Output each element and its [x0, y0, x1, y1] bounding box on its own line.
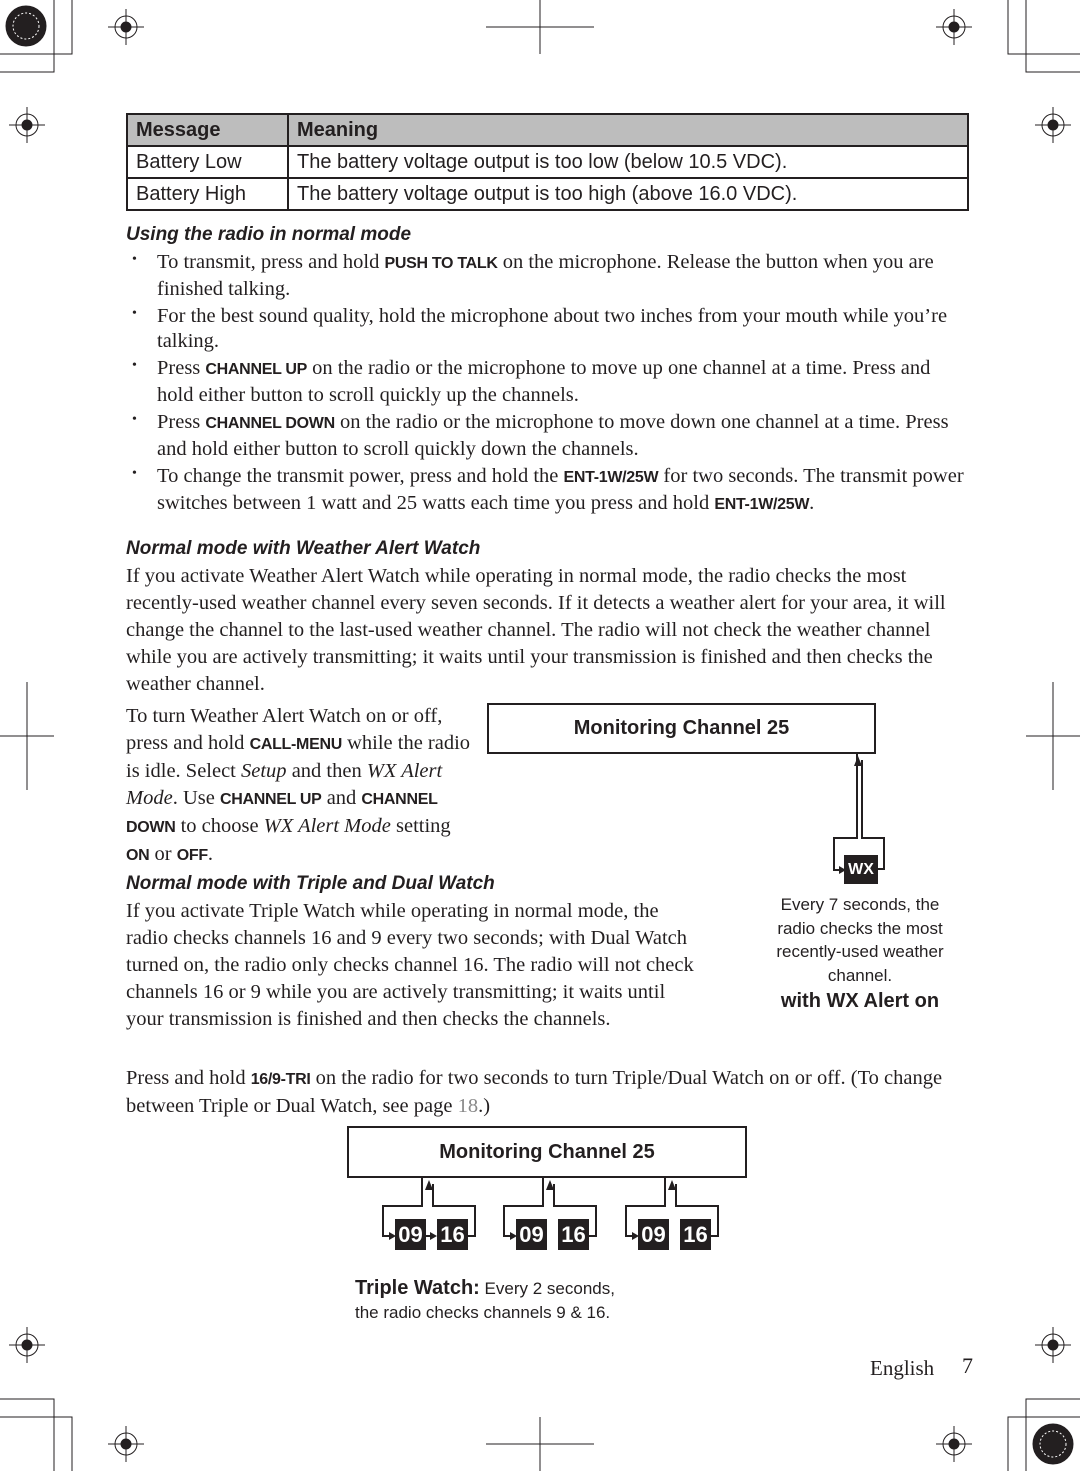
page-number: 7	[962, 1353, 973, 1378]
triple-caption-text: Every 2 seconds,	[479, 1279, 615, 1298]
triple-caption-line2: the radio checks channels 9 & 16.	[355, 1303, 611, 1322]
channel-16-badge: 16	[437, 1219, 468, 1250]
channel-16-badge: 16	[558, 1219, 589, 1250]
triple-diagram-caption: Triple Watch: Every 2 seconds, the radio…	[355, 1276, 615, 1325]
channel-09-badge: 09	[516, 1219, 547, 1250]
triple-flow-arrows	[382, 1178, 719, 1240]
channel-09-badge: 09	[395, 1219, 426, 1250]
channel-16-badge: 16	[680, 1219, 711, 1250]
footer-language: English	[870, 1356, 935, 1380]
channel-09-badge: 09	[638, 1219, 669, 1250]
triple-caption-bold: Triple Watch:	[355, 1277, 480, 1299]
